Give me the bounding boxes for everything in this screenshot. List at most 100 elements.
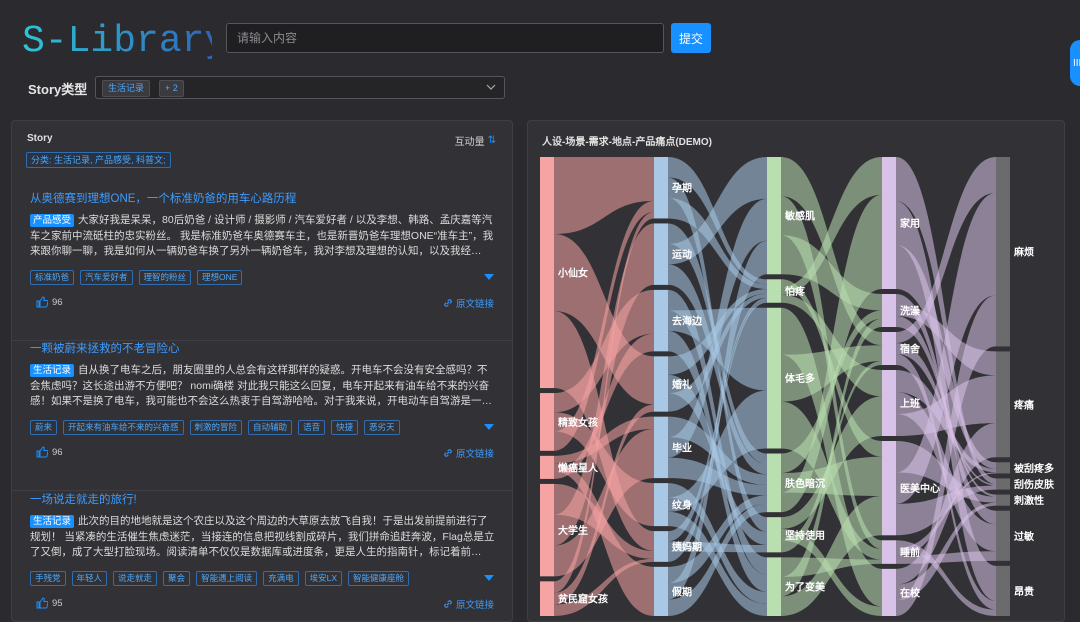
story-tag[interactable]: 年轻人 xyxy=(71,571,108,586)
sankey-node[interactable] xyxy=(996,510,1010,561)
sankey-node-label: 肤色暗沉 xyxy=(785,477,825,490)
sankey-node[interactable] xyxy=(767,453,781,513)
sankey-node[interactable] xyxy=(882,568,896,616)
story-tag[interactable]: 刺激的冒险 xyxy=(189,420,243,435)
sankey-node[interactable] xyxy=(767,517,781,553)
story-tag[interactable]: 充满电 xyxy=(263,571,299,586)
sankey-node[interactable] xyxy=(654,356,668,412)
story-card: 一颗被蔚来拯救的不老冒险心 生活记录 自从换了电车之后，朋友圈里的人总会有这样那样… xyxy=(12,340,512,491)
sankey-node[interactable] xyxy=(654,289,668,352)
sankey-node[interactable] xyxy=(767,557,781,616)
story-tag[interactable]: 智能遇上阅读 xyxy=(196,571,258,586)
sankey-link[interactable] xyxy=(554,157,654,235)
side-drawer-handle[interactable]: III xyxy=(1070,40,1080,86)
sankey-node[interactable] xyxy=(654,566,668,616)
story-title[interactable]: 一场说走就走的旅行! xyxy=(30,491,137,507)
story-tag[interactable]: 恶劣天 xyxy=(364,420,400,435)
sankey-node-label: 孕期 xyxy=(672,182,692,195)
story-tag[interactable]: 理智的粉丝 xyxy=(138,270,192,285)
sankey-node[interactable] xyxy=(996,351,1010,458)
sankey-node-label: 疼痛 xyxy=(1014,398,1034,411)
sankey-node-label: 刺激性 xyxy=(1013,494,1044,507)
like-count[interactable]: 95 xyxy=(36,597,63,609)
story-title[interactable]: 从奥德赛到理想ONE，一个标准奶爸的用车心路历程 xyxy=(30,190,296,206)
like-count[interactable]: 96 xyxy=(36,296,63,308)
sankey-node[interactable] xyxy=(996,565,1010,616)
story-text: 大家好我是呆呆，80后奶爸 / 设计师 / 摄影师 / 汽车爱好者 / 以及李想… xyxy=(30,214,494,257)
thumbs-up-icon xyxy=(36,296,48,308)
expand-caret-icon[interactable] xyxy=(484,574,494,582)
chart-title: 人设-场景-需求-地点-产品痛点(DEMO) xyxy=(542,137,712,148)
sankey-node[interactable] xyxy=(882,370,896,436)
story-tag[interactable]: 汽车爱好者 xyxy=(80,270,133,285)
sankey-node-label: 敏感肌 xyxy=(784,210,815,223)
sankey-node-label: 假期 xyxy=(672,585,692,598)
story-tag[interactable]: 快捷 xyxy=(331,420,359,435)
like-count[interactable]: 96 xyxy=(36,446,63,458)
category-badge: 生活记录 xyxy=(30,364,75,377)
story-tags: 手残党 年轻人 说走就走 聚会 智能遇上阅读 充满电 埃安LX 智能健康座舱 xyxy=(30,571,410,586)
sankey-node[interactable] xyxy=(996,478,1010,490)
sankey-node[interactable] xyxy=(996,494,1010,506)
sankey-node-label: 宿舍 xyxy=(900,343,921,356)
expand-caret-icon[interactable] xyxy=(484,423,494,431)
category-filter-chip: 分类: 生活记录, 产品感受, 科普文; xyxy=(26,152,171,168)
story-tag[interactable]: 聚会 xyxy=(163,571,191,586)
sankey-node-label: 刮伤皮肤 xyxy=(1014,478,1055,491)
story-tag[interactable]: 说走就走 xyxy=(113,571,158,586)
sankey-node-label: 运动 xyxy=(672,248,692,261)
sankey-node[interactable] xyxy=(882,157,896,289)
sankey-node[interactable] xyxy=(882,540,896,564)
story-tag[interactable]: 标准奶爸 xyxy=(30,270,75,285)
like-number: 96 xyxy=(52,446,63,458)
story-tag[interactable]: 理想ONE xyxy=(197,270,243,285)
category-badge: 生活记录 xyxy=(30,515,75,528)
sankey-node[interactable] xyxy=(996,157,1010,347)
sankey-node[interactable] xyxy=(540,581,554,616)
story-tag[interactable]: 智能健康座舱 xyxy=(348,571,410,586)
chevron-down-icon xyxy=(486,84,496,90)
sankey-node[interactable] xyxy=(654,223,668,285)
story-type-select[interactable]: 生活记录 + 2 xyxy=(95,76,505,99)
sankey-node[interactable] xyxy=(540,455,554,479)
sankey-node[interactable] xyxy=(882,332,896,365)
sankey-node-label: 被刮疼多 xyxy=(1014,462,1054,475)
sankey-node[interactable] xyxy=(996,462,1010,474)
sankey-node-label: 在校 xyxy=(900,586,921,599)
story-tag[interactable]: 埃安LX xyxy=(304,571,342,586)
sankey-node[interactable] xyxy=(767,279,781,303)
story-tag[interactable]: 手残党 xyxy=(30,571,66,586)
link-icon xyxy=(444,299,452,307)
source-link[interactable]: 原文链接 xyxy=(443,296,494,310)
sort-by-engagement[interactable]: 互动量 ⇅ xyxy=(455,133,496,148)
source-link-label: 原文链接 xyxy=(455,449,494,460)
thumbs-up-icon xyxy=(36,446,48,458)
search-input[interactable] xyxy=(226,23,664,53)
story-tag[interactable]: 语音 xyxy=(298,420,326,435)
sankey-node[interactable] xyxy=(654,416,668,479)
sankey-node[interactable] xyxy=(654,483,668,527)
sankey-node[interactable] xyxy=(882,294,896,327)
sankey-chart[interactable]: 小仙女精致女孩懒癌星人大学生贫民窟女孩 孕期运动去海边婚礼毕业纹身姨妈期假期 敏感肌… xyxy=(528,121,1064,621)
sankey-node[interactable] xyxy=(882,441,896,536)
sankey-node[interactable] xyxy=(540,483,554,577)
expand-caret-icon[interactable] xyxy=(484,273,494,281)
sankey-node[interactable] xyxy=(654,157,668,219)
sankey-node[interactable] xyxy=(767,157,781,275)
source-link[interactable]: 原文链接 xyxy=(443,446,494,460)
story-tag[interactable]: 开起来有油车给不来的兴奋感 xyxy=(63,420,184,435)
sankey-node[interactable] xyxy=(654,531,668,562)
story-tags: 标准奶爸 汽车爱好者 理智的粉丝 理想ONE xyxy=(30,270,243,285)
submit-button[interactable]: 提交 xyxy=(671,23,711,53)
sankey-node[interactable] xyxy=(540,157,554,389)
source-link[interactable]: 原文链接 xyxy=(443,597,494,611)
story-tag[interactable]: 自动辅助 xyxy=(248,420,293,435)
link-icon xyxy=(444,449,452,457)
like-number: 95 xyxy=(52,597,63,609)
sankey-node-label: 睡前 xyxy=(900,546,920,559)
like-number: 96 xyxy=(52,296,63,308)
story-tag[interactable]: 蔚来 xyxy=(30,420,58,435)
sankey-node[interactable] xyxy=(540,393,554,451)
story-title[interactable]: 一颗被蔚来拯救的不老冒险心 xyxy=(30,340,180,356)
sankey-node[interactable] xyxy=(767,307,781,449)
